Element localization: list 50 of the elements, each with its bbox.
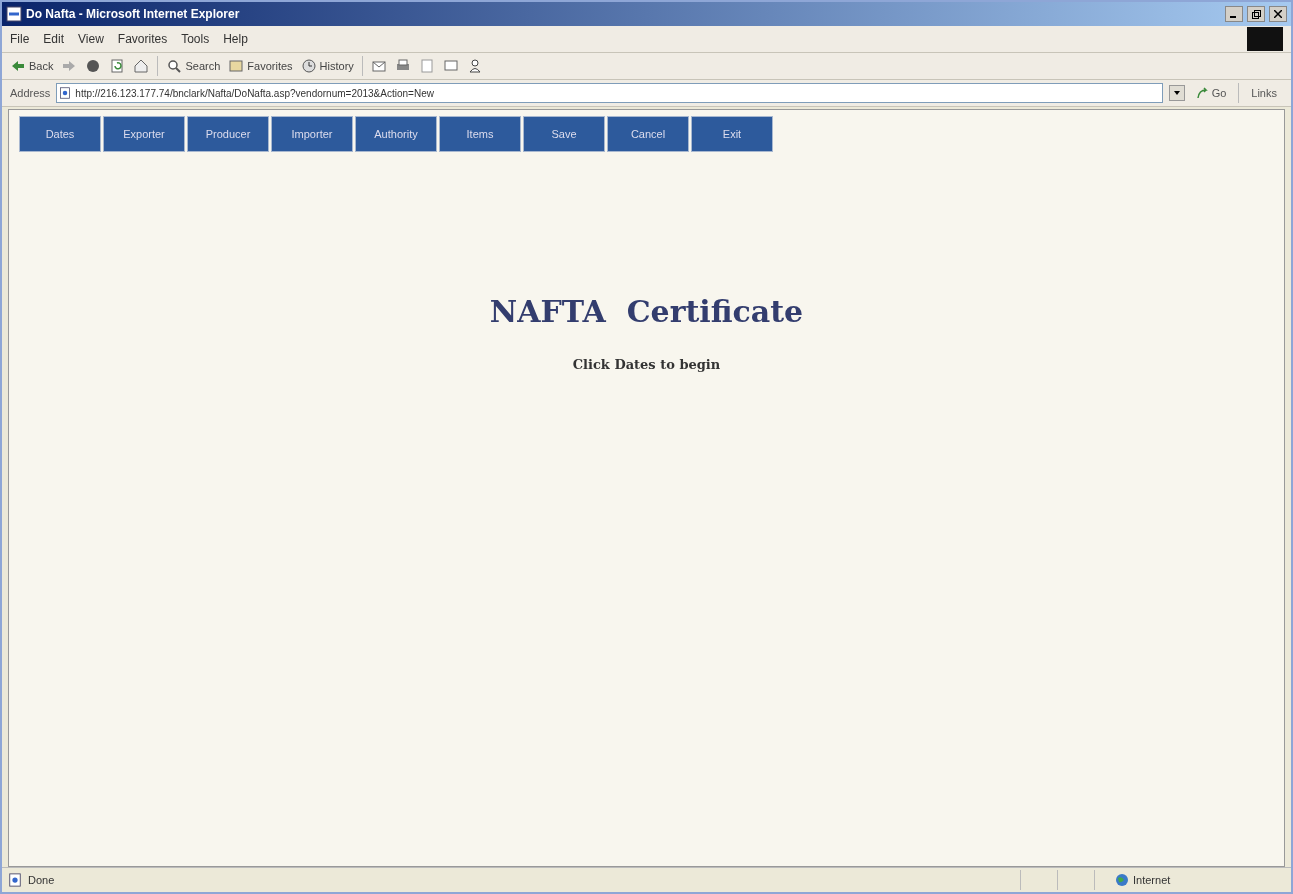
home-icon xyxy=(133,58,150,74)
nav-button[interactable]: Dates xyxy=(19,116,101,152)
history-button[interactable]: History xyxy=(300,58,354,74)
favorites-button[interactable]: Favorites xyxy=(228,58,293,74)
nav-button[interactable]: Cancel xyxy=(607,116,689,152)
arrow-icon xyxy=(1196,87,1209,99)
search-icon xyxy=(166,58,183,74)
menu-item[interactable]: Tools xyxy=(181,32,210,46)
close-icon xyxy=(1274,10,1282,18)
window-title: Do Nafta - Microsoft Internet Explorer xyxy=(26,7,241,21)
status-text: Done xyxy=(28,874,56,886)
go-button[interactable]: Go xyxy=(1190,86,1233,100)
dropdown-button[interactable] xyxy=(1168,85,1185,101)
zone-text: Internet xyxy=(1133,874,1171,886)
page-heading: NAFTA Certificate xyxy=(489,294,804,329)
links-button[interactable]: Links xyxy=(1245,86,1283,100)
refresh-icon xyxy=(109,58,126,74)
mail-button[interactable] xyxy=(370,58,387,74)
caret-icon xyxy=(1173,91,1180,95)
nav-button[interactable]: Items xyxy=(439,116,521,152)
nav-button[interactable]: Exporter xyxy=(103,116,185,152)
nav-button[interactable]: Exit xyxy=(691,116,773,152)
search-button[interactable]: Search xyxy=(166,58,221,74)
close-button[interactable] xyxy=(1269,6,1287,22)
menu-item[interactable]: View xyxy=(78,32,104,46)
menu-item[interactable]: Help xyxy=(223,32,248,46)
minimize-button[interactable] xyxy=(1225,6,1243,22)
menu-item[interactable]: File xyxy=(10,32,30,46)
home-button[interactable] xyxy=(133,58,150,74)
refresh-button[interactable] xyxy=(109,58,126,74)
menu-item[interactable]: Favorites xyxy=(117,32,168,46)
back-icon xyxy=(10,58,26,74)
page-icon xyxy=(8,873,22,887)
nav-button[interactable]: Importer xyxy=(271,116,353,152)
history-icon xyxy=(300,58,317,74)
nav-button[interactable]: Authority xyxy=(355,116,437,152)
mail-icon xyxy=(370,58,387,74)
nav-button[interactable]: Producer xyxy=(187,116,269,152)
back-button[interactable]: Back xyxy=(10,58,54,74)
globe-icon xyxy=(1115,873,1129,887)
nav-button[interactable]: Save xyxy=(523,116,605,152)
address-label: Address xyxy=(10,87,51,99)
address-field[interactable]: http://216.123.177.74/bnclark/Nafta/DoNafta.asp?vendornum=2013&Action=New xyxy=(56,83,1163,103)
restore-button[interactable] xyxy=(1247,6,1265,22)
address-url: http://216.123.177.74/bnclark/Nafta/DoNafta.asp?vendornum=2013&Action=New xyxy=(75,87,435,99)
instruction-text: Click Dates to begin xyxy=(572,357,721,372)
browser-icon xyxy=(6,6,22,22)
page-icon xyxy=(59,87,72,99)
menu-item[interactable]: Edit xyxy=(43,32,65,46)
restore-icon xyxy=(1251,9,1261,19)
